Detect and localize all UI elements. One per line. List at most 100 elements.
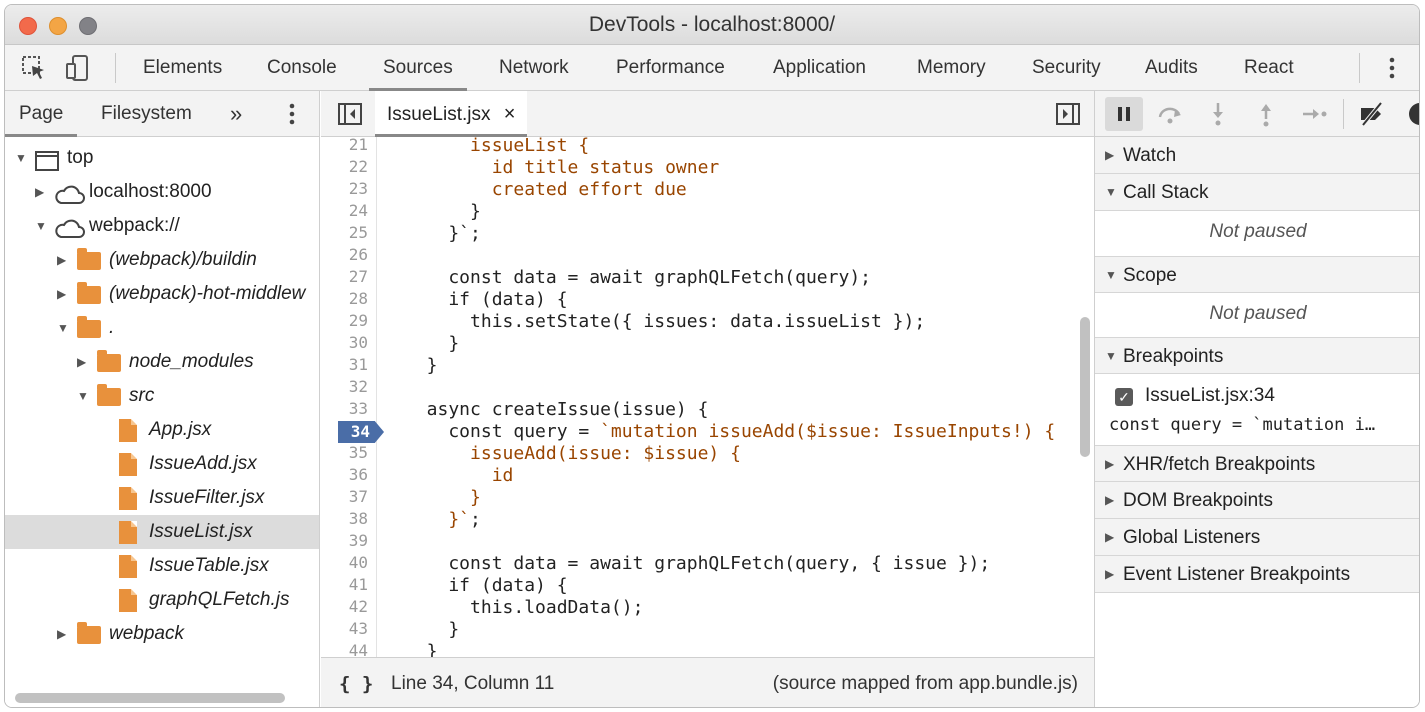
line-number[interactable]: 42 — [349, 597, 368, 616]
line-number[interactable]: 44 — [349, 641, 368, 657]
event-listener-breakpoints-section[interactable]: ▶ Event Listener Breakpoints — [1095, 556, 1419, 593]
collapsed-arrow-icon: ▶ — [57, 287, 67, 301]
tab-audits[interactable]: Audits — [1145, 45, 1198, 91]
breakpoint-entry[interactable]: ✓ IssueList.jsx:34 const query = `mutati… — [1095, 377, 1419, 443]
line-number[interactable]: 31 — [349, 355, 368, 374]
line-number[interactable]: 43 — [349, 619, 368, 638]
code-line: } — [405, 641, 438, 657]
tree-item-file[interactable]: App.jsx — [5, 413, 319, 447]
line-number[interactable]: 29 — [349, 311, 368, 330]
breakpoint-location: IssueList.jsx:34 — [1145, 385, 1275, 406]
tab-performance[interactable]: Performance — [616, 45, 725, 91]
pause-on-exceptions-icon[interactable] — [1405, 99, 1419, 129]
tree-item-folder[interactable]: ▶ (webpack)-hot-middlew — [5, 277, 319, 311]
breakpoints-section[interactable]: ▼ Breakpoints — [1095, 337, 1419, 374]
tree-item-webpack-origin[interactable]: ▼ webpack:// — [5, 209, 319, 243]
tab-page[interactable]: Page — [5, 91, 78, 137]
breakpoint-line-number[interactable]: 34 — [338, 421, 384, 443]
tree-item-top[interactable]: ▼ top — [5, 141, 319, 175]
tree-item-file[interactable]: IssueTable.jsx — [5, 549, 319, 583]
line-number[interactable]: 38 — [349, 509, 368, 528]
navigator-horizontal-scrollbar[interactable] — [15, 693, 285, 703]
inspect-element-icon[interactable] — [19, 53, 49, 83]
line-number[interactable]: 26 — [349, 245, 368, 264]
watch-section[interactable]: ▶ Watch — [1095, 137, 1419, 174]
code-line: const data = await graphQLFetch(query, {… — [405, 553, 991, 574]
deactivate-breakpoints-icon[interactable] — [1357, 99, 1387, 129]
collapsed-arrow-icon: ▶ — [77, 355, 87, 369]
expanded-arrow-icon: ▼ — [15, 151, 27, 165]
tree-item-file-selected[interactable]: IssueList.jsx — [5, 515, 319, 549]
collapsed-arrow-icon: ▶ — [1105, 493, 1115, 507]
tree-item-file[interactable]: IssueFilter.jsx — [5, 481, 319, 515]
tab-filesystem[interactable]: Filesystem — [101, 91, 192, 137]
tree-item-folder[interactable]: ▶ (webpack)/buildin — [5, 243, 319, 277]
expanded-arrow-icon: ▼ — [57, 321, 69, 335]
device-toolbar-icon[interactable] — [63, 53, 93, 83]
tree-item-file[interactable]: IssueAdd.jsx — [5, 447, 319, 481]
line-number[interactable]: 36 — [349, 465, 368, 484]
tab-memory[interactable]: Memory — [917, 45, 986, 91]
global-listeners-section[interactable]: ▶ Global Listeners — [1095, 519, 1419, 556]
tab-sources[interactable]: Sources — [369, 45, 467, 91]
more-tabs-button[interactable]: » — [230, 91, 242, 137]
line-number[interactable]: 23 — [349, 179, 368, 198]
line-number[interactable]: 27 — [349, 267, 368, 286]
toggle-debugger-icon[interactable] — [1053, 99, 1083, 129]
tree-item-folder[interactable]: ▼ src — [5, 379, 319, 413]
scope-section[interactable]: ▼ Scope — [1095, 256, 1419, 293]
tab-react[interactable]: React — [1244, 45, 1294, 91]
pause-button[interactable] — [1105, 97, 1143, 131]
cloud-icon — [53, 183, 85, 209]
navigator-menu-icon[interactable] — [277, 99, 307, 129]
title-bar: DevTools - localhost:8000/ — [5, 5, 1419, 45]
line-number[interactable]: 32 — [349, 377, 368, 396]
tree-item-file[interactable]: graphQLFetch.js — [5, 583, 319, 617]
line-number[interactable]: 22 — [349, 157, 368, 176]
code-line: }`; — [405, 509, 481, 530]
editor-tab-issuelist[interactable]: IssueList.jsx × — [375, 91, 528, 137]
step-into-icon[interactable] — [1203, 99, 1233, 129]
line-number[interactable]: 21 — [349, 137, 368, 154]
line-number[interactable]: 39 — [349, 531, 368, 550]
toolbar-divider — [1359, 53, 1360, 83]
line-number[interactable]: 33 — [349, 399, 368, 418]
pretty-print-button[interactable]: { } — [339, 658, 373, 707]
tree-item-folder[interactable]: ▼ . — [5, 311, 319, 345]
xhr-breakpoints-section[interactable]: ▶ XHR/fetch Breakpoints — [1095, 445, 1419, 482]
line-number[interactable]: 24 — [349, 201, 368, 220]
tab-security[interactable]: Security — [1032, 45, 1101, 91]
more-options-icon[interactable] — [1377, 53, 1407, 83]
step-over-icon[interactable] — [1155, 99, 1185, 129]
step-out-icon[interactable] — [1251, 99, 1281, 129]
line-number[interactable]: 28 — [349, 289, 368, 308]
editor-vertical-scrollbar[interactable] — [1080, 317, 1090, 457]
tree-item-folder[interactable]: ▶ node_modules — [5, 345, 319, 379]
tree-item-localhost[interactable]: ▶ localhost:8000 — [5, 175, 319, 209]
tree-item-folder[interactable]: ▶ webpack — [5, 617, 319, 651]
source-map-info[interactable]: (source mapped from app.bundle.js) — [773, 658, 1078, 707]
line-number[interactable]: 40 — [349, 553, 368, 572]
code-line: } — [405, 333, 460, 354]
tab-console[interactable]: Console — [267, 45, 337, 91]
tree-label: localhost:8000 — [89, 181, 212, 202]
line-number[interactable]: 30 — [349, 333, 368, 352]
code-line: } — [405, 355, 438, 376]
expanded-arrow-icon: ▼ — [1105, 349, 1117, 363]
tab-elements[interactable]: Elements — [143, 45, 222, 91]
tab-application[interactable]: Application — [773, 45, 866, 91]
code-area[interactable]: 21 22 23 24 25 26 27 28 29 30 31 32 33 34 35 36 37 38 39 40… — [321, 137, 1094, 657]
line-number[interactable]: 35 — [349, 443, 368, 462]
line-number[interactable]: 41 — [349, 575, 368, 594]
line-number[interactable]: 25 — [349, 223, 368, 242]
toggle-navigator-icon[interactable] — [335, 99, 365, 129]
line-number[interactable]: 37 — [349, 487, 368, 506]
frame-icon — [35, 149, 59, 175]
close-tab-icon[interactable]: × — [504, 103, 516, 125]
step-icon[interactable] — [1299, 99, 1329, 129]
dom-breakpoints-section[interactable]: ▶ DOM Breakpoints — [1095, 482, 1419, 519]
line-gutter[interactable]: 21 22 23 24 25 26 27 28 29 30 31 32 33 34 35 36 37 38 39 40… — [321, 137, 384, 657]
call-stack-section[interactable]: ▼ Call Stack — [1095, 174, 1419, 211]
tab-network[interactable]: Network — [499, 45, 569, 91]
breakpoint-checkbox[interactable]: ✓ — [1115, 388, 1133, 406]
